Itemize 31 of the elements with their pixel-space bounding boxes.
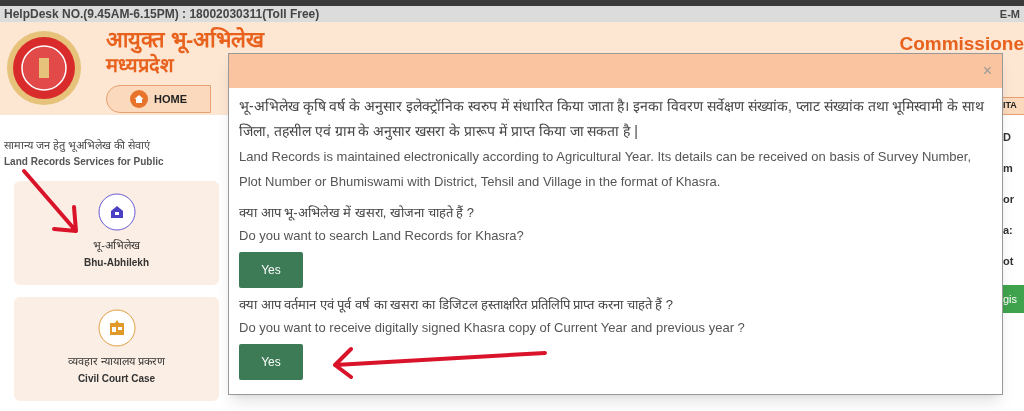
service-subtitle: Civil Court Case [77, 372, 156, 386]
question-hindi: क्या आप भू-अभिलेख में खसरा, खोजना चाहते हैं ? [239, 204, 476, 223]
services-heading: सामान्य जन हेतु भूअभिलेख की सेवाएं [4, 138, 152, 154]
panel-text: a: [1003, 223, 1014, 237]
panel-text: or [1003, 192, 1015, 206]
house-icon [97, 192, 136, 231]
email-label: E-M [999, 6, 1020, 22]
question-english: Do you want to receive digitally signed Khasra copy of Current Year and previous year ? [239, 319, 746, 337]
panel-text: ot [1003, 254, 1015, 268]
building-icon [97, 308, 136, 347]
panel-text: m [1003, 161, 1014, 175]
service-title: व्यवहार न्यायालय प्रकरण [67, 353, 166, 369]
panel-text: D [1003, 130, 1012, 144]
services-subheading: Land Records Services for Public [4, 154, 165, 169]
site-title-english: Commissione [899, 32, 1024, 56]
yes-button[interactable]: Yes [239, 344, 303, 380]
question-english: Do you want to search Land Records for Khasra? [239, 227, 525, 245]
intro-english: Land Records is maintained electronically according to Agricultural Year. Its details can be received on basis of Survey Number, Plot Number or Bhumiswami with District, Tehsil and Village in the format of Khasra. [239, 148, 972, 191]
home-icon [130, 90, 148, 108]
service-card[interactable]: व्यवहार न्यायालय प्रकरण Civil Court Case [14, 296, 219, 401]
home-tab[interactable]: HOME [106, 85, 211, 113]
helpdesk-text: HelpDesk NO.(9.45AM-6.15PM) : 18002030311(Toll Free) [4, 6, 320, 23]
nav-tab[interactable]: ITA [1003, 96, 1024, 115]
site-title: आयुक्त भू-अभिलेख [106, 27, 265, 53]
yes-button[interactable]: Yes [239, 252, 303, 288]
site-subtitle: मध्यप्रदेश [106, 53, 175, 77]
service-subtitle: Bhu-Abhilekh [84, 256, 149, 270]
service-title: भू-अभिलेख [93, 237, 140, 253]
service-card[interactable]: भू-अभिलेख Bhu-Abhilekh [14, 180, 219, 285]
intro-hindi: भू-अभिलेख कृषि वर्ष के अनुसार इलेक्ट्रॉनिक स्वरुप में संधारित किया जाता है। इनका विवरण सर्वेक्षण संख्यांक, प्लाट संख्यांक तथा भूमिस्वामी के साथ जिला, तहसील एवं ग्राम के अनुसार खसरा के प्रारूप में प्राप्त किया जा सकता है | [239, 97, 986, 142]
question-hindi: क्या आप वर्तमान एवं पूर्व वर्ष का खसरा का डिजिटल हस्ताक्षरित प्रतिलिपि प्राप्त करना चाहते हैं ? [239, 296, 675, 315]
